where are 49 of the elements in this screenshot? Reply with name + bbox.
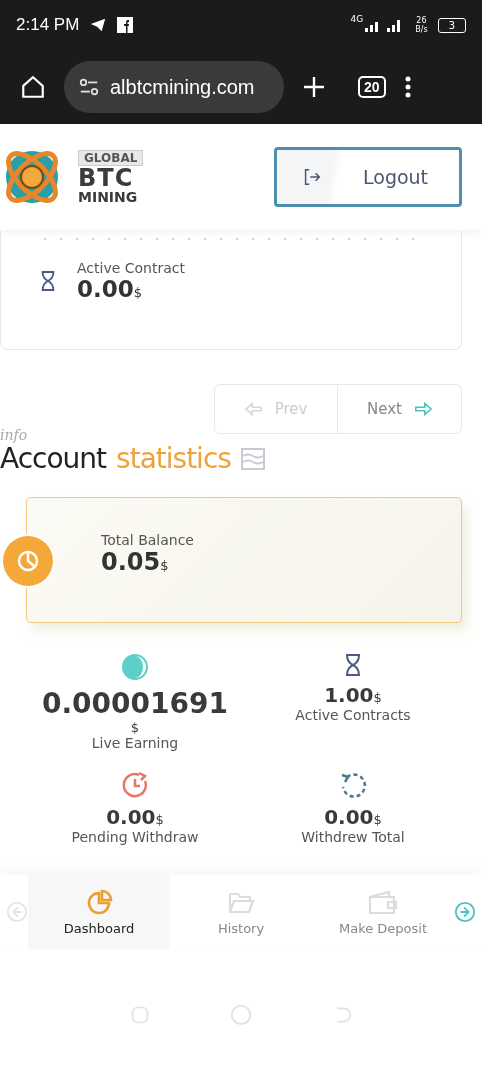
clock-icon bbox=[121, 771, 149, 799]
menu-icon[interactable] bbox=[403, 75, 412, 99]
stat-value: 0.00$ bbox=[106, 805, 164, 829]
facebook-icon bbox=[117, 17, 134, 33]
section-title: Account bbox=[0, 442, 107, 475]
undo-icon bbox=[339, 771, 367, 799]
wallet-icon bbox=[367, 888, 399, 917]
logout-button[interactable]: Logout bbox=[274, 147, 462, 207]
nav-tab[interactable]: Dashboard bbox=[28, 875, 170, 949]
stat-label: Pending Withdraw bbox=[71, 829, 199, 845]
tab-count-button[interactable]: 20 bbox=[358, 76, 386, 98]
nav-tab[interactable]: Make Deposit bbox=[312, 875, 454, 949]
arrow-left-icon bbox=[244, 402, 263, 416]
scroll-right-icon[interactable] bbox=[454, 901, 476, 923]
battery-level: 3 bbox=[437, 17, 466, 33]
stat-label: Live Earning bbox=[91, 735, 179, 751]
logo-text: BTC bbox=[78, 166, 134, 190]
pie-chart-icon bbox=[85, 888, 113, 917]
recent-apps-icon[interactable] bbox=[130, 1004, 150, 1025]
site-settings-icon[interactable] bbox=[78, 76, 100, 98]
logo-text: GLOBAL bbox=[78, 150, 144, 166]
address-bar[interactable]: albtcmining.com bbox=[64, 61, 284, 113]
home-icon[interactable] bbox=[20, 74, 46, 100]
stat-value: 1.00$ bbox=[324, 683, 382, 707]
speed-value: 26 bbox=[416, 16, 427, 25]
hourglass-icon bbox=[39, 270, 57, 292]
status-time: 2:14 PM bbox=[16, 15, 80, 35]
logo-text: MINING bbox=[78, 190, 138, 204]
stat-label: Withdrew Total bbox=[301, 829, 405, 845]
hourglass-icon bbox=[343, 653, 363, 677]
nav-tab[interactable]: History bbox=[170, 875, 312, 949]
scroll-left-icon[interactable] bbox=[6, 901, 28, 923]
stat-value: 0.00$ bbox=[324, 805, 382, 829]
pie-chart-icon bbox=[121, 653, 149, 681]
wave-icon bbox=[240, 447, 265, 470]
stat-label: Active Contracts bbox=[295, 707, 411, 723]
contract-value: 0.00$ bbox=[77, 276, 144, 302]
next-button[interactable]: Next bbox=[338, 384, 462, 434]
contract-label: Active Contract bbox=[77, 260, 185, 276]
speed-unit: B/s bbox=[415, 25, 428, 34]
home-button-icon[interactable] bbox=[230, 1003, 252, 1026]
telegram-icon bbox=[89, 16, 108, 34]
balance-value: 0.05$ bbox=[101, 548, 170, 576]
balance-label: Total Balance bbox=[101, 532, 195, 548]
stat-value: 0.00001691 $ bbox=[42, 687, 228, 735]
new-tab-icon[interactable] bbox=[302, 75, 326, 99]
section-title-accent: statistics bbox=[116, 442, 231, 475]
arrow-right-icon bbox=[413, 402, 432, 416]
network-type: 4G bbox=[350, 14, 364, 24]
